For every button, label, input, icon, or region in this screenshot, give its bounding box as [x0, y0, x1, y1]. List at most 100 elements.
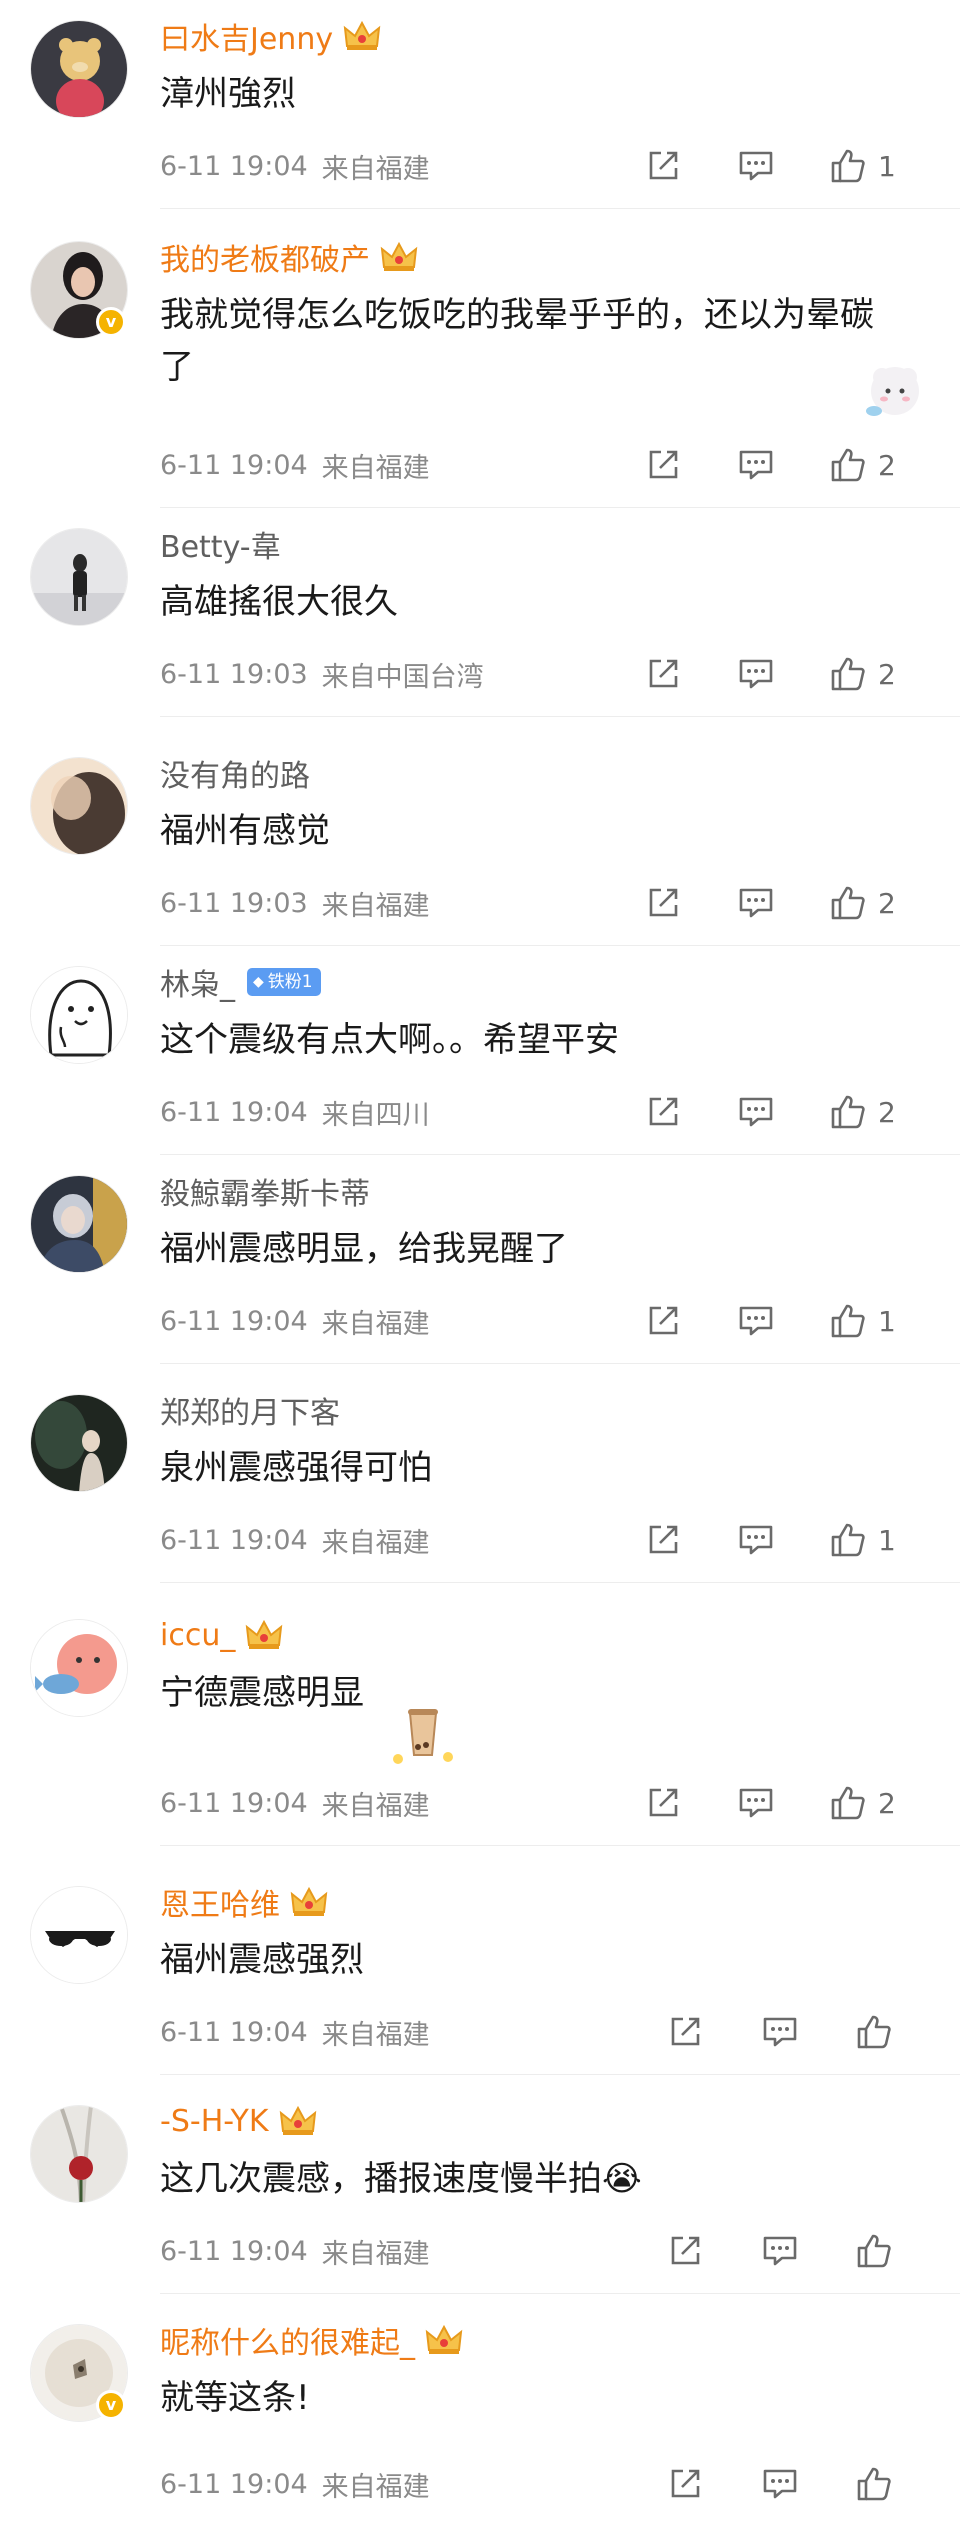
comment-meta: 6-11 19:03 来自福建 — [160, 883, 430, 923]
share-button[interactable] — [646, 146, 680, 186]
like-button[interactable]: 2 — [830, 1783, 896, 1823]
share-button[interactable] — [646, 654, 680, 694]
comment-icon — [739, 1306, 773, 1336]
comment-time: 6-11 19:03 — [160, 887, 308, 919]
comment-meta: 6-11 19:04 来自四川 — [160, 1092, 430, 1132]
avatar[interactable] — [30, 1394, 128, 1492]
thumbs-up-icon — [857, 2015, 891, 2049]
comment-location: 来自福建 — [321, 2238, 430, 2270]
avatar[interactable] — [30, 1886, 128, 1984]
share-icon — [649, 1788, 678, 1817]
like-button[interactable]: 2 — [830, 1092, 896, 1132]
username[interactable]: iccu_ — [160, 1618, 235, 1653]
username[interactable]: 林枭_ — [160, 960, 235, 1004]
comment-time: 6-11 19:04 — [160, 2016, 308, 2048]
like-button[interactable] — [856, 2012, 892, 2052]
username[interactable]: 殺鯨霸拳斯卡蒂 — [160, 1169, 370, 1213]
divider — [160, 1154, 960, 1155]
share-button[interactable] — [668, 2012, 702, 2052]
reply-button[interactable] — [762, 2012, 798, 2052]
like-button[interactable]: 1 — [830, 1301, 896, 1341]
share-button[interactable] — [646, 445, 680, 485]
thumbs-up-icon — [831, 149, 865, 183]
comment-icon — [763, 2017, 797, 2047]
username[interactable]: Betty-韋 — [160, 522, 281, 566]
comment-meta: 6-11 19:04 来自福建 — [160, 1783, 430, 1823]
like-button[interactable]: 2 — [830, 445, 896, 485]
share-icon — [671, 2017, 700, 2046]
fan-badge: ◆ 铁粉1 — [247, 968, 321, 996]
username[interactable]: -S-H-YK — [160, 2104, 269, 2139]
comment-time: 6-11 19:04 — [160, 1524, 308, 1556]
share-icon — [649, 1525, 678, 1554]
share-icon — [671, 2236, 700, 2265]
reply-button[interactable] — [738, 146, 774, 186]
sheep-sticker-icon — [866, 367, 919, 416]
reply-button[interactable] — [738, 1520, 774, 1560]
comment-icon — [739, 151, 773, 181]
thumbs-up-icon — [831, 886, 865, 920]
share-button[interactable] — [646, 1301, 680, 1341]
reply-button[interactable] — [762, 2464, 798, 2504]
vip-crown-icon — [343, 20, 381, 50]
like-button[interactable]: 1 — [830, 1520, 896, 1560]
avatar[interactable] — [30, 20, 128, 118]
like-count: 2 — [878, 657, 896, 691]
like-button[interactable]: 2 — [830, 883, 896, 923]
reply-button[interactable] — [762, 2231, 798, 2271]
username-row: 林枭_ ◆ 铁粉1 — [160, 960, 321, 1004]
like-count: 1 — [878, 149, 896, 183]
comment-location: 来自福建 — [321, 1308, 430, 1340]
reply-button[interactable] — [738, 1092, 774, 1132]
share-button[interactable] — [646, 1092, 680, 1132]
comment-icon — [739, 450, 773, 480]
username-row: 殺鯨霸拳斯卡蒂 — [160, 1169, 370, 1213]
diamond-icon: ◆ — [253, 974, 264, 990]
comment-location: 来自四川 — [321, 1099, 430, 1131]
username[interactable]: 曰水吉Jenny — [160, 14, 333, 58]
share-button[interactable] — [646, 883, 680, 923]
divider — [160, 1582, 960, 1583]
comment-text: 高雄搖很大很久 — [160, 582, 398, 622]
vip-crown-icon — [279, 2105, 316, 2135]
reply-button[interactable] — [738, 1301, 774, 1341]
username[interactable]: 没有角的路 — [160, 751, 310, 795]
reply-button[interactable] — [738, 654, 774, 694]
like-count: 1 — [878, 1523, 896, 1557]
like-count: 2 — [878, 1786, 896, 1820]
comment-text: 这个震级有点大啊。。希望平安 — [160, 1020, 619, 1060]
divider — [160, 2074, 960, 2075]
reply-button[interactable] — [738, 1783, 774, 1823]
avatar[interactable] — [30, 528, 128, 626]
share-button[interactable] — [646, 1520, 680, 1560]
reply-button[interactable] — [738, 445, 774, 485]
vip-crown-icon — [425, 2324, 463, 2354]
username[interactable]: 郑郑的月下客 — [160, 1388, 340, 1432]
like-button[interactable] — [856, 2464, 892, 2504]
comment-time: 6-11 19:04 — [160, 1787, 308, 1819]
avatar[interactable] — [30, 1619, 128, 1717]
avatar[interactable] — [30, 2105, 128, 2203]
like-button[interactable]: 2 — [830, 654, 896, 694]
share-button[interactable] — [668, 2464, 702, 2504]
username[interactable]: 恩王哈维 — [160, 1880, 280, 1924]
comment-feed: 曰水吉Jenny 漳州強烈 6-11 19:04 来自福建 1 v 我的老板都破… — [0, 0, 960, 2528]
comment-text: 就等这条! — [160, 2378, 310, 2418]
reply-button[interactable] — [738, 883, 774, 923]
like-button[interactable] — [856, 2231, 892, 2271]
comment-text: 福州震感明显，给我晃醒了 — [160, 1229, 568, 1269]
comment-time: 6-11 19:04 — [160, 1096, 308, 1128]
share-button[interactable] — [646, 1783, 680, 1823]
avatar[interactable] — [30, 966, 128, 1064]
avatar[interactable] — [30, 757, 128, 855]
username-row: Betty-韋 — [160, 522, 281, 566]
share-button[interactable] — [668, 2231, 702, 2271]
username[interactable]: 昵称什么的很难起_ — [160, 2318, 415, 2362]
comment-meta: 6-11 19:04 来自福建 — [160, 2012, 430, 2052]
comment-text: 漳州強烈 — [160, 74, 296, 114]
avatar[interactable] — [30, 1175, 128, 1273]
username[interactable]: 我的老板都破产 — [160, 235, 370, 279]
like-count: 2 — [878, 886, 896, 920]
comment-text: 福州有感觉 — [160, 811, 330, 851]
like-button[interactable]: 1 — [830, 146, 896, 186]
